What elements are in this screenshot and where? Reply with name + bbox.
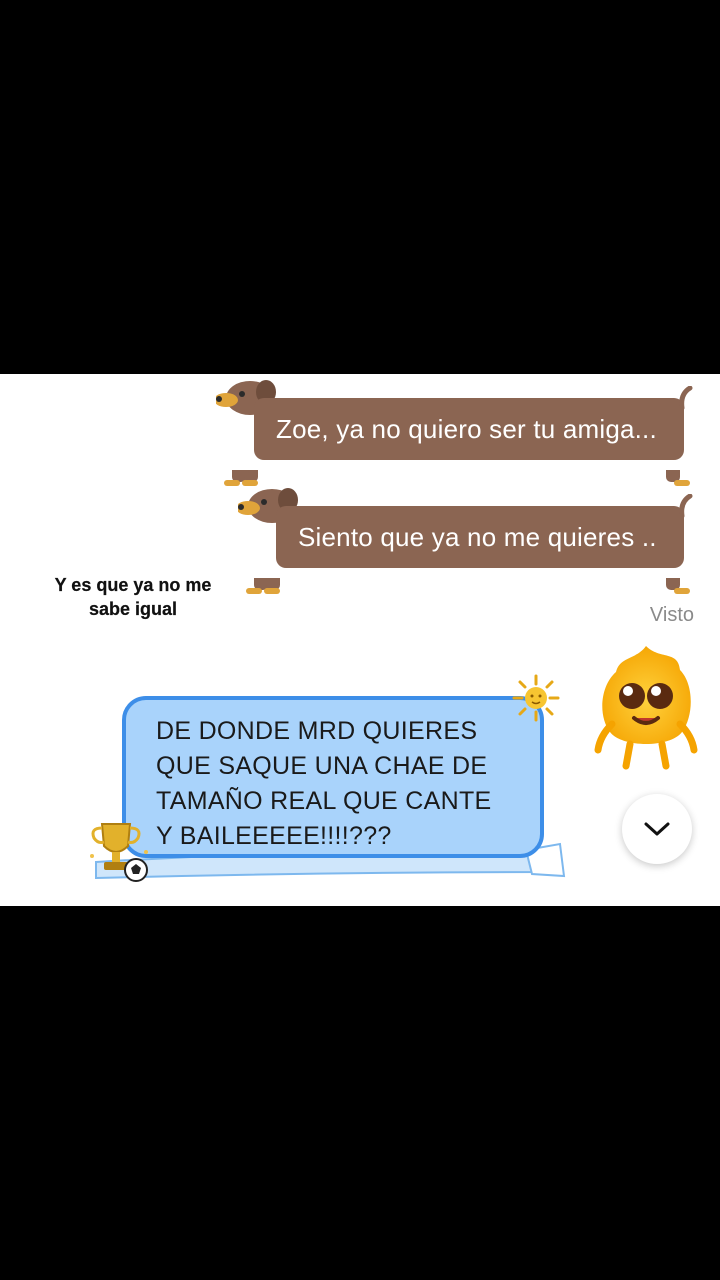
chat-area[interactable]: Zoe, ya no quiero ser tu amiga... Siento… <box>0 374 720 906</box>
reply-line-2: QUE SAQUE UNA CHAE DE <box>156 752 488 780</box>
reply-text: DE DONDE MRD QUIERES QUE SAQUE UNA CHAE … <box>156 714 530 854</box>
message-text-1: Zoe, ya no quiero ser tu amiga... <box>254 398 684 460</box>
dachshund-legs <box>224 466 692 486</box>
overlay-caption: Y es que ya no me sabe igual <box>40 573 226 621</box>
argentina-sun-icon <box>512 674 560 722</box>
reply-bubble[interactable]: DE DONDE MRD QUIERES QUE SAQUE UNA CHAE … <box>122 696 544 858</box>
message-bubble-1[interactable]: Zoe, ya no quiero ser tu amiga... <box>216 380 693 486</box>
dachshund-tail-icon <box>679 386 693 410</box>
overlay-caption-line-2: sabe igual <box>88 599 178 619</box>
scroll-down-button[interactable] <box>622 794 692 864</box>
chevron-down-icon <box>644 822 670 836</box>
seen-status: Visto <box>649 604 694 626</box>
reply-line-1: DE DONDE MRD QUIERES <box>156 717 478 745</box>
reply-line-3: TAMAÑO REAL QUE CANTE <box>156 787 492 815</box>
dachshund-tail-icon <box>679 494 693 518</box>
trophy-soccer-ball-icon <box>90 823 148 882</box>
yellow-flame-mascot-icon <box>594 646 698 770</box>
dachshund-legs <box>246 574 692 594</box>
overlay-caption-line-1: Y es que ya no me <box>54 575 212 595</box>
message-bubble-2[interactable]: Siento que ya no me quieres .. <box>238 488 693 594</box>
reply-line-4: Y BAILEEEEE!!!!??? <box>156 822 392 850</box>
message-text-2: Siento que ya no me quieres .. <box>276 506 684 568</box>
